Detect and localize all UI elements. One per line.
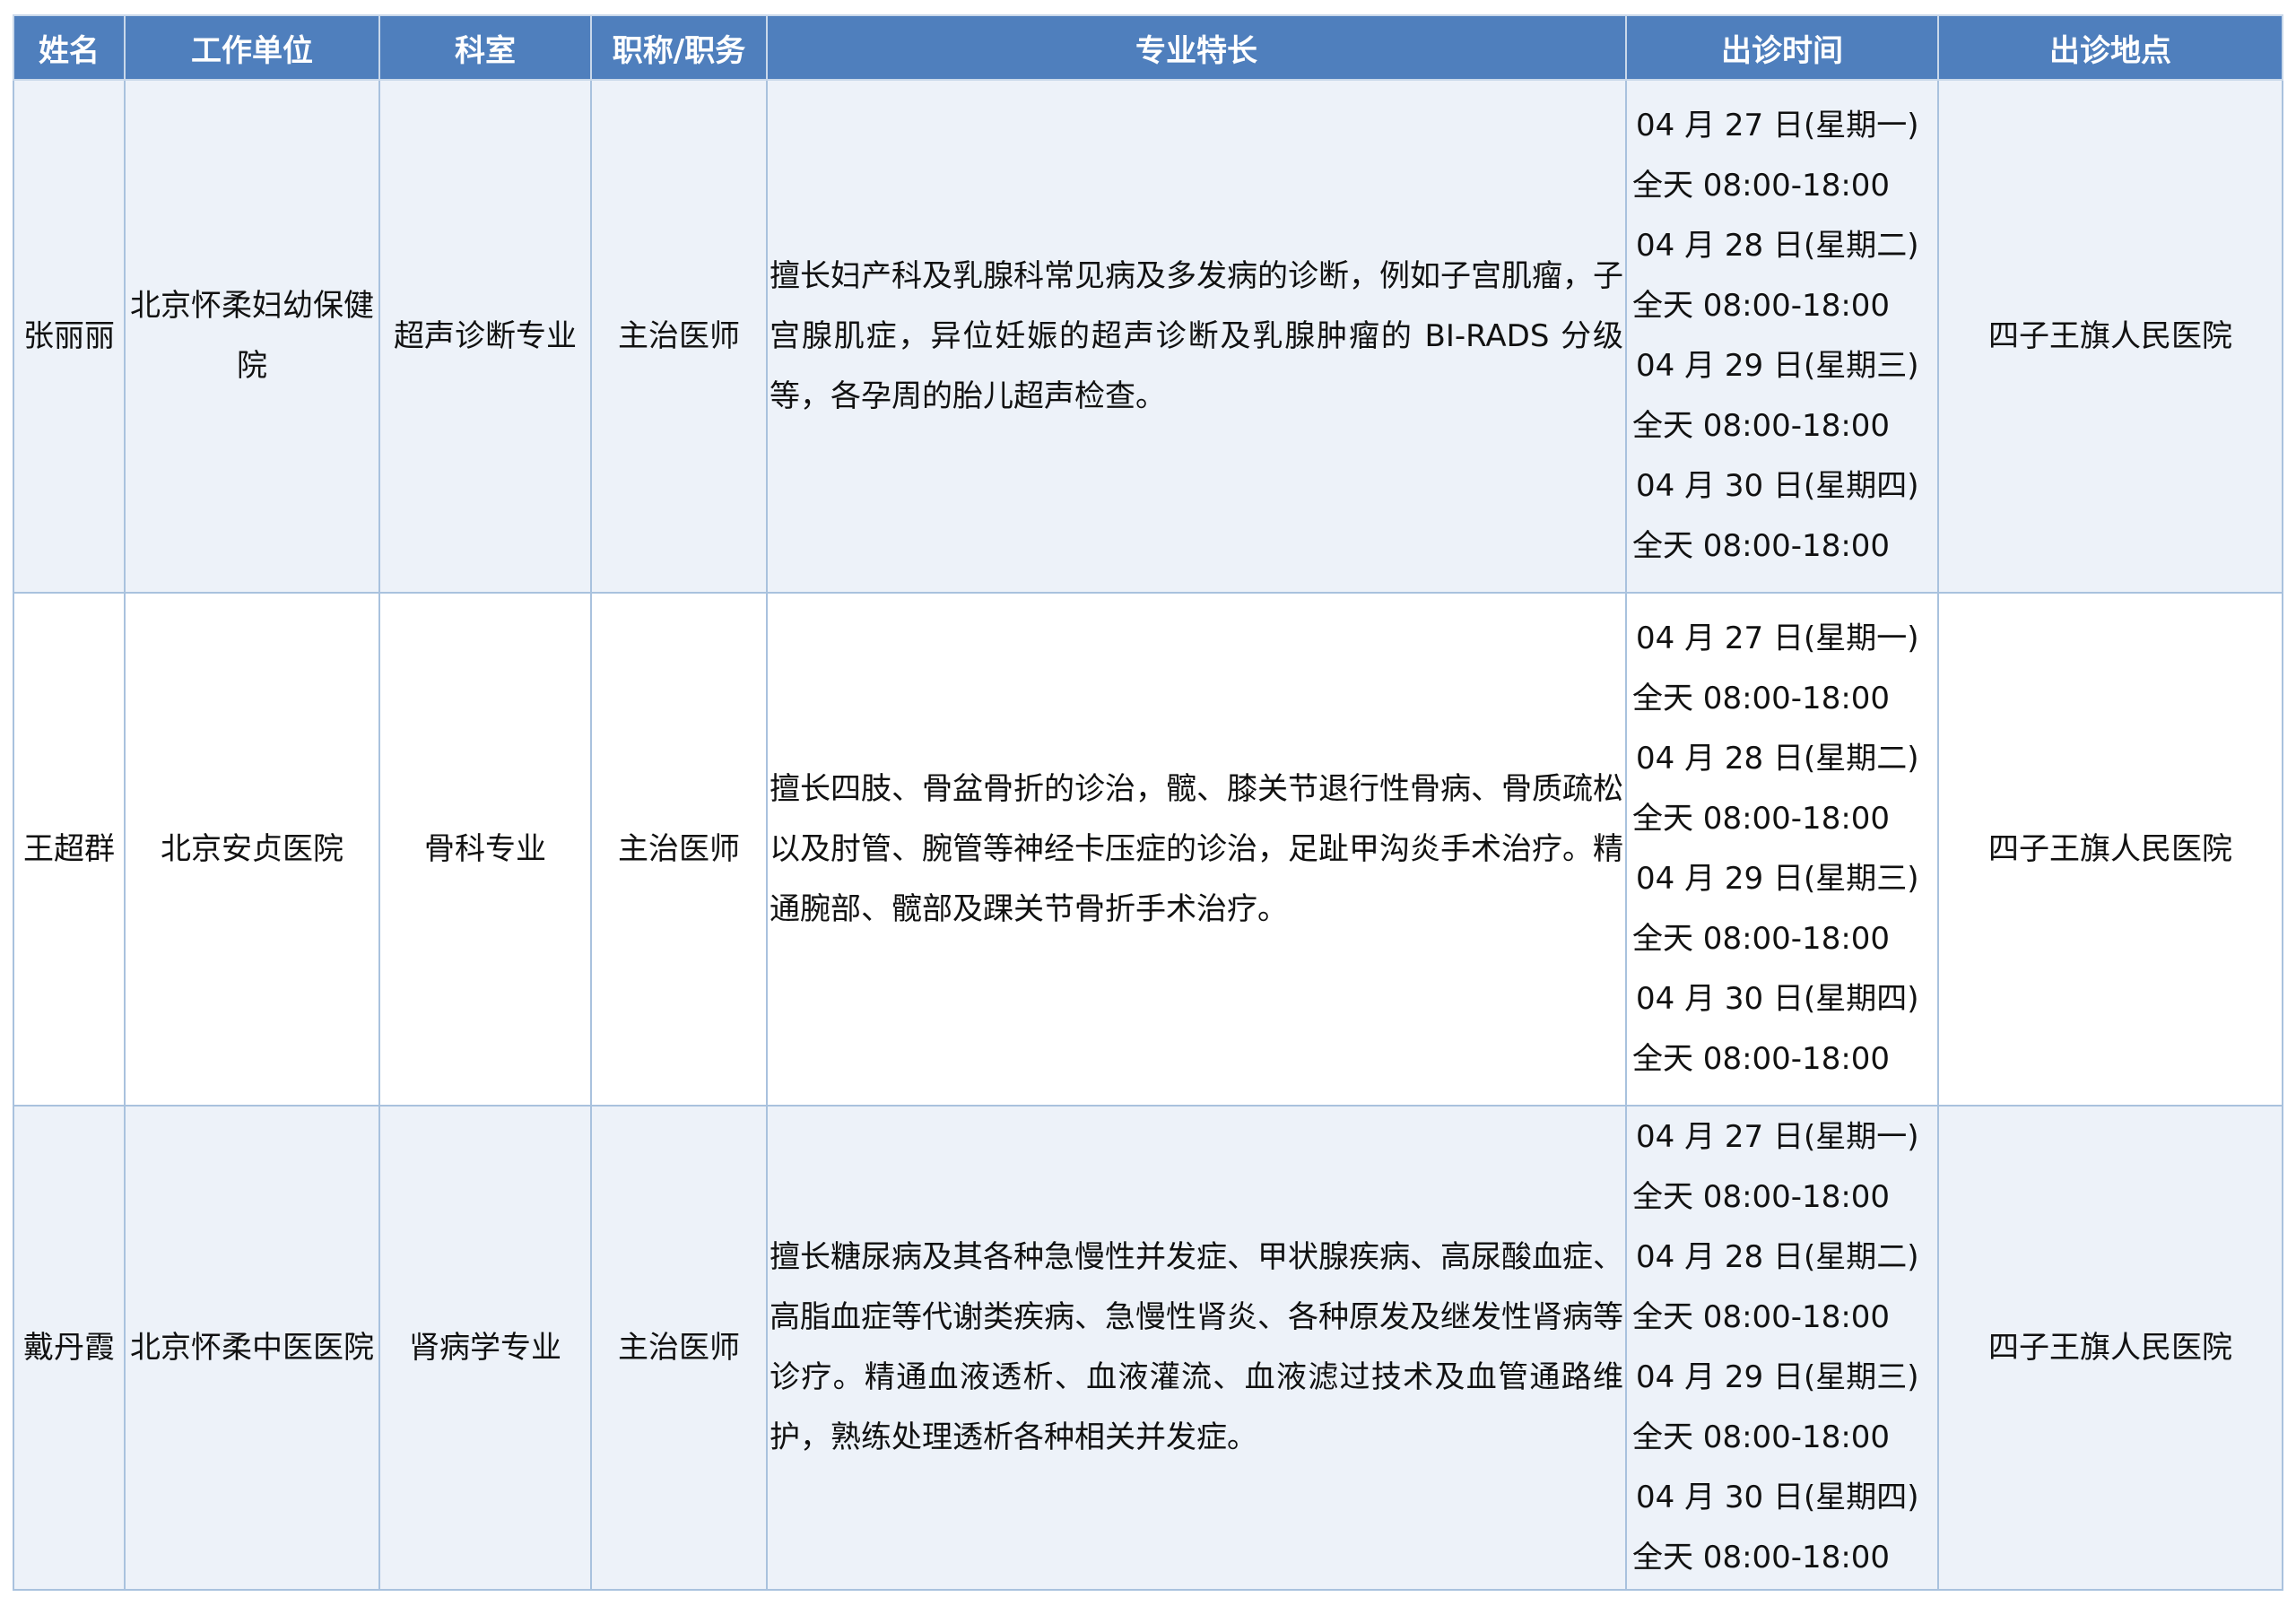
schedule: 04 月 27 日(星期一) 全天 08:00-18:00 04 月 28 日(…	[1625, 1105, 1939, 1591]
schedule-date: 04 月 30 日(星期四)	[1636, 981, 1919, 1017]
schedule-time: 全天 08:00-18:00	[1632, 408, 1891, 444]
schedule-time: 全天 08:00-18:00	[1632, 801, 1891, 837]
schedule-date: 04 月 28 日(星期二)	[1636, 741, 1919, 777]
work-unit: 北京安贞医院	[124, 592, 380, 1107]
schedule-time: 全天 08:00-18:00	[1632, 681, 1891, 716]
specialty: 擅长糖尿病及其各种急慢性并发症、甲状腺疾病、高尿酸血症、高脂血症等代谢类疾病、急…	[766, 1105, 1627, 1591]
schedule-time: 全天 08:00-18:00	[1632, 168, 1891, 204]
schedule: 04 月 27 日(星期一) 全天 08:00-18:00 04 月 28 日(…	[1625, 592, 1939, 1107]
job-title: 主治医师	[590, 1105, 768, 1591]
header-schedule: 出诊时间	[1625, 14, 1939, 81]
table-row: 戴丹霞 北京怀柔中医医院 肾病学专业 主治医师 擅长糖尿病及其各种急慢性并发症、…	[13, 1105, 2283, 1591]
header-specialty: 专业特长	[766, 14, 1627, 81]
schedule-date: 04 月 28 日(星期二)	[1636, 1239, 1919, 1275]
table-row: 张丽丽 北京怀柔妇幼保健院 超声诊断专业 主治医师 擅长妇产科及乳腺科常见病及多…	[13, 79, 2283, 594]
schedule-date: 04 月 30 日(星期四)	[1636, 468, 1919, 504]
job-title: 主治医师	[590, 79, 768, 594]
schedule-date: 04 月 29 日(星期三)	[1636, 1359, 1919, 1395]
schedule-time: 全天 08:00-18:00	[1632, 1540, 1891, 1575]
schedule-time: 全天 08:00-18:00	[1632, 288, 1891, 324]
doctor-name: 戴丹霞	[13, 1105, 126, 1591]
department: 肾病学专业	[378, 1105, 592, 1591]
schedule-date: 04 月 29 日(星期三)	[1636, 348, 1919, 384]
schedule-time: 全天 08:00-18:00	[1632, 1299, 1891, 1335]
work-unit: 北京怀柔中医医院	[124, 1105, 380, 1591]
department: 超声诊断专业	[378, 79, 592, 594]
header-title: 职称/职务	[590, 14, 768, 81]
header-name: 姓名	[13, 14, 126, 81]
specialty: 擅长四肢、骨盆骨折的诊治，髋、膝关节退行性骨病、骨质疏松以及肘管、腕管等神经卡压…	[766, 592, 1627, 1107]
schedule-date: 04 月 29 日(星期三)	[1636, 861, 1919, 897]
doctor-name: 张丽丽	[13, 79, 126, 594]
location: 四子王旗人民医院	[1937, 79, 2283, 594]
table-row: 王超群 北京安贞医院 骨科专业 主治医师 擅长四肢、骨盆骨折的诊治，髋、膝关节退…	[13, 592, 2283, 1107]
specialty: 擅长妇产科及乳腺科常见病及多发病的诊断，例如子宫肌瘤，子宫腺肌症，异位妊娠的超声…	[766, 79, 1627, 594]
location: 四子王旗人民医院	[1937, 1105, 2283, 1591]
schedule-time: 全天 08:00-18:00	[1632, 1419, 1891, 1455]
schedule-date: 04 月 30 日(星期四)	[1636, 1480, 1919, 1515]
schedule-time: 全天 08:00-18:00	[1632, 1179, 1891, 1215]
schedule-time: 全天 08:00-18:00	[1632, 1041, 1891, 1077]
doctor-schedule-table: 姓名 工作单位 科室 职称/职务 专业特长 出诊时间 出诊地点 张丽丽 北京怀柔…	[13, 14, 2283, 1591]
work-unit: 北京怀柔妇幼保健院	[124, 79, 380, 594]
header-location: 出诊地点	[1937, 14, 2283, 81]
job-title: 主治医师	[590, 592, 768, 1107]
doctor-name: 王超群	[13, 592, 126, 1107]
header-dept: 科室	[378, 14, 592, 81]
schedule-date: 04 月 28 日(星期二)	[1636, 228, 1919, 264]
department: 骨科专业	[378, 592, 592, 1107]
schedule-date: 04 月 27 日(星期一)	[1636, 621, 1919, 656]
schedule: 04 月 27 日(星期一) 全天 08:00-18:00 04 月 28 日(…	[1625, 79, 1939, 594]
header-unit: 工作单位	[124, 14, 380, 81]
schedule-time: 全天 08:00-18:00	[1632, 921, 1891, 957]
location: 四子王旗人民医院	[1937, 592, 2283, 1107]
schedule-date: 04 月 27 日(星期一)	[1636, 108, 1919, 143]
header-row: 姓名 工作单位 科室 职称/职务 专业特长 出诊时间 出诊地点	[13, 14, 2283, 81]
schedule-time: 全天 08:00-18:00	[1632, 528, 1891, 564]
schedule-date: 04 月 27 日(星期一)	[1636, 1119, 1919, 1155]
